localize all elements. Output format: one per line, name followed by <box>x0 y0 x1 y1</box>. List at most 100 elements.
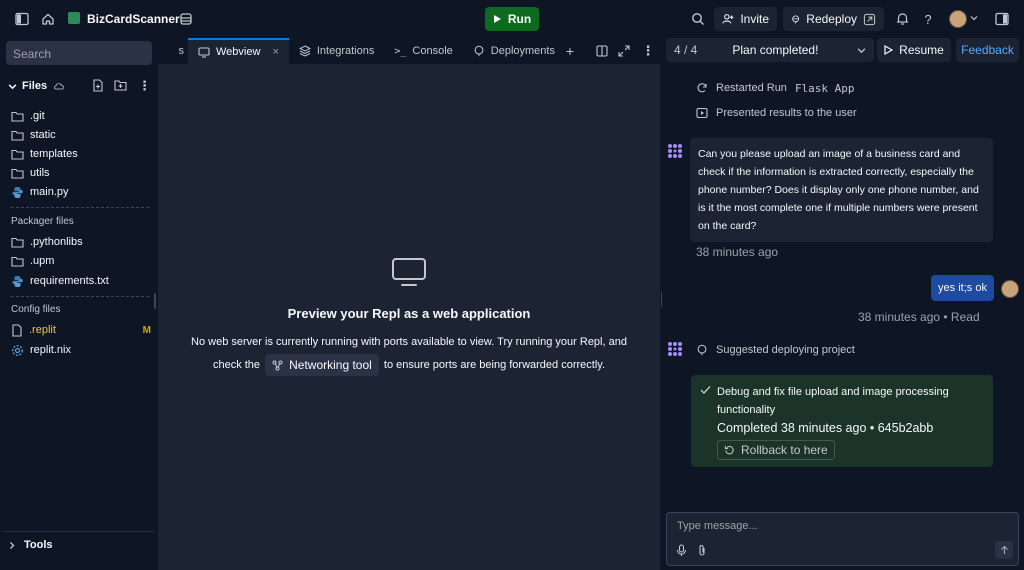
config-files-label: Config files <box>11 304 61 315</box>
redeploy-button[interactable]: Redeploy <box>783 7 884 31</box>
folder-icon <box>11 111 24 122</box>
notification-bell-icon[interactable] <box>892 9 912 29</box>
play-icon <box>884 45 894 55</box>
tools-section[interactable]: Tools <box>8 537 53 553</box>
agent-avatar-icon <box>668 342 682 356</box>
search-input[interactable]: Search <box>6 41 152 65</box>
tab-previous[interactable]: s <box>158 38 185 64</box>
terminal-icon: >_ <box>394 45 407 57</box>
invite-button[interactable]: Invite <box>714 7 777 31</box>
files-title: Files <box>22 80 48 92</box>
deploy-icon <box>474 45 484 57</box>
python-icon <box>12 186 23 198</box>
preview-title: Preview your Repl as a web application <box>287 306 531 321</box>
agent-panel: 4 / 4 Plan completed! Resume Feedback Re… <box>662 38 1024 570</box>
preview-description-line2: check the Networking tool to ensure port… <box>158 354 660 376</box>
user-avatar <box>1001 280 1019 298</box>
search-icon[interactable] <box>688 9 708 29</box>
divider <box>4 531 154 532</box>
send-button[interactable] <box>995 541 1013 559</box>
paperclip-icon[interactable] <box>697 544 707 557</box>
resume-button[interactable]: Resume <box>877 38 951 62</box>
plan-progress-select[interactable]: 4 / 4 Plan completed! <box>666 38 874 62</box>
checkpoint-title: Debug and fix file upload and image proc… <box>717 386 949 416</box>
more-options-icon[interactable]: ⋮ <box>138 78 151 94</box>
file-item-requirements[interactable]: requirements.txt <box>11 273 151 289</box>
run-button[interactable]: Run <box>485 7 539 31</box>
deploy-icon <box>792 14 800 23</box>
chevron-down-icon[interactable] <box>970 13 978 25</box>
tab-webview[interactable]: Webview × <box>188 38 289 64</box>
user-message: yes it;s ok <box>931 275 994 301</box>
file-item-main-py[interactable]: main.py <box>11 184 151 200</box>
close-icon[interactable]: × <box>272 46 278 58</box>
add-user-icon <box>722 14 734 24</box>
home-icon[interactable] <box>38 9 58 29</box>
rollback-button[interactable]: Rollback to here <box>717 440 835 460</box>
file-item-utils[interactable]: utils <box>11 165 151 181</box>
tab-console[interactable]: >_ Console <box>384 38 462 64</box>
folder-icon <box>11 130 24 141</box>
feedback-button[interactable]: Feedback <box>956 38 1019 62</box>
file-item-pythonlibs[interactable]: .pythonlibs <box>11 234 151 250</box>
tab-integrations[interactable]: Integrations <box>289 38 384 64</box>
panel-toggle-icon[interactable] <box>992 9 1012 29</box>
file-item-upm[interactable]: .upm <box>11 253 151 269</box>
user-message-timestamp: 38 minutes ago • Read <box>858 310 980 324</box>
file-icon <box>12 323 22 337</box>
python-icon <box>12 275 23 287</box>
file-sidebar: Search Files ⋮ .git static templates uti… <box>0 38 158 570</box>
checkpoint-status: Completed 38 minutes ago • 645b2abb <box>717 421 934 435</box>
divider <box>11 296 149 297</box>
log-presented: Presented results to the user <box>696 106 857 120</box>
app-name[interactable]: BizCardScanner <box>87 12 180 26</box>
new-folder-icon[interactable] <box>114 79 127 94</box>
gear-icon <box>11 344 24 356</box>
file-item-static[interactable]: static <box>11 127 151 143</box>
folder-icon <box>11 168 24 179</box>
add-tab-icon[interactable]: + <box>560 41 580 61</box>
plan-status: Plan completed! <box>732 43 819 57</box>
networking-tool-link[interactable]: Networking tool <box>265 354 379 376</box>
presentation-icon <box>696 107 708 119</box>
message-placeholder: Type message... <box>677 520 758 532</box>
packager-files-label: Packager files <box>11 216 74 227</box>
microphone-icon[interactable] <box>676 544 687 557</box>
tab-bar: s Webview × Integrations >_ Console Depl… <box>158 38 660 64</box>
user-avatar[interactable] <box>949 10 967 28</box>
message-timestamp: 38 minutes ago <box>696 245 779 259</box>
layers-icon <box>298 45 311 57</box>
plan-progress: 4 / 4 <box>674 43 698 57</box>
more-options-icon[interactable]: ⋮ <box>638 41 658 61</box>
top-bar: BizCardScanner Run Invite Redeploy ? <box>0 0 1024 38</box>
file-item-git[interactable]: .git <box>11 108 151 124</box>
repl-settings-icon[interactable] <box>176 9 196 29</box>
resize-handle[interactable] <box>154 293 156 309</box>
split-pane-icon[interactable] <box>592 41 612 61</box>
agent-message: Can you please upload an image of a busi… <box>690 138 993 242</box>
refresh-icon <box>697 83 707 93</box>
new-file-icon[interactable] <box>92 79 104 95</box>
log-restarted: Restarted Run Flask App <box>696 81 855 95</box>
chevron-down-icon[interactable] <box>8 82 17 91</box>
files-header[interactable]: Files ⋮ <box>8 78 152 94</box>
repl-icon <box>68 12 80 24</box>
file-item-replit-nix[interactable]: replit.nix <box>11 342 151 358</box>
monitor-icon <box>198 46 210 58</box>
folder-icon <box>11 256 24 267</box>
file-item-replit[interactable]: .replit M <box>11 322 151 338</box>
log-suggested-deploy: Suggested deploying project <box>696 343 855 357</box>
monitor-icon <box>391 257 427 287</box>
chevron-right-icon <box>10 541 15 549</box>
preview-description: No web server is currently running with … <box>191 336 627 348</box>
play-icon <box>493 15 501 23</box>
message-input[interactable]: Type message... <box>666 512 1019 566</box>
expand-icon[interactable] <box>614 41 634 61</box>
divider <box>11 207 149 208</box>
help-icon[interactable]: ? <box>918 9 938 29</box>
sidebar-toggle-icon[interactable] <box>12 9 32 29</box>
folder-icon <box>11 237 24 248</box>
file-item-templates[interactable]: templates <box>11 146 151 162</box>
open-external-icon[interactable] <box>863 13 876 26</box>
tab-deployments[interactable]: Deployments <box>463 38 565 64</box>
